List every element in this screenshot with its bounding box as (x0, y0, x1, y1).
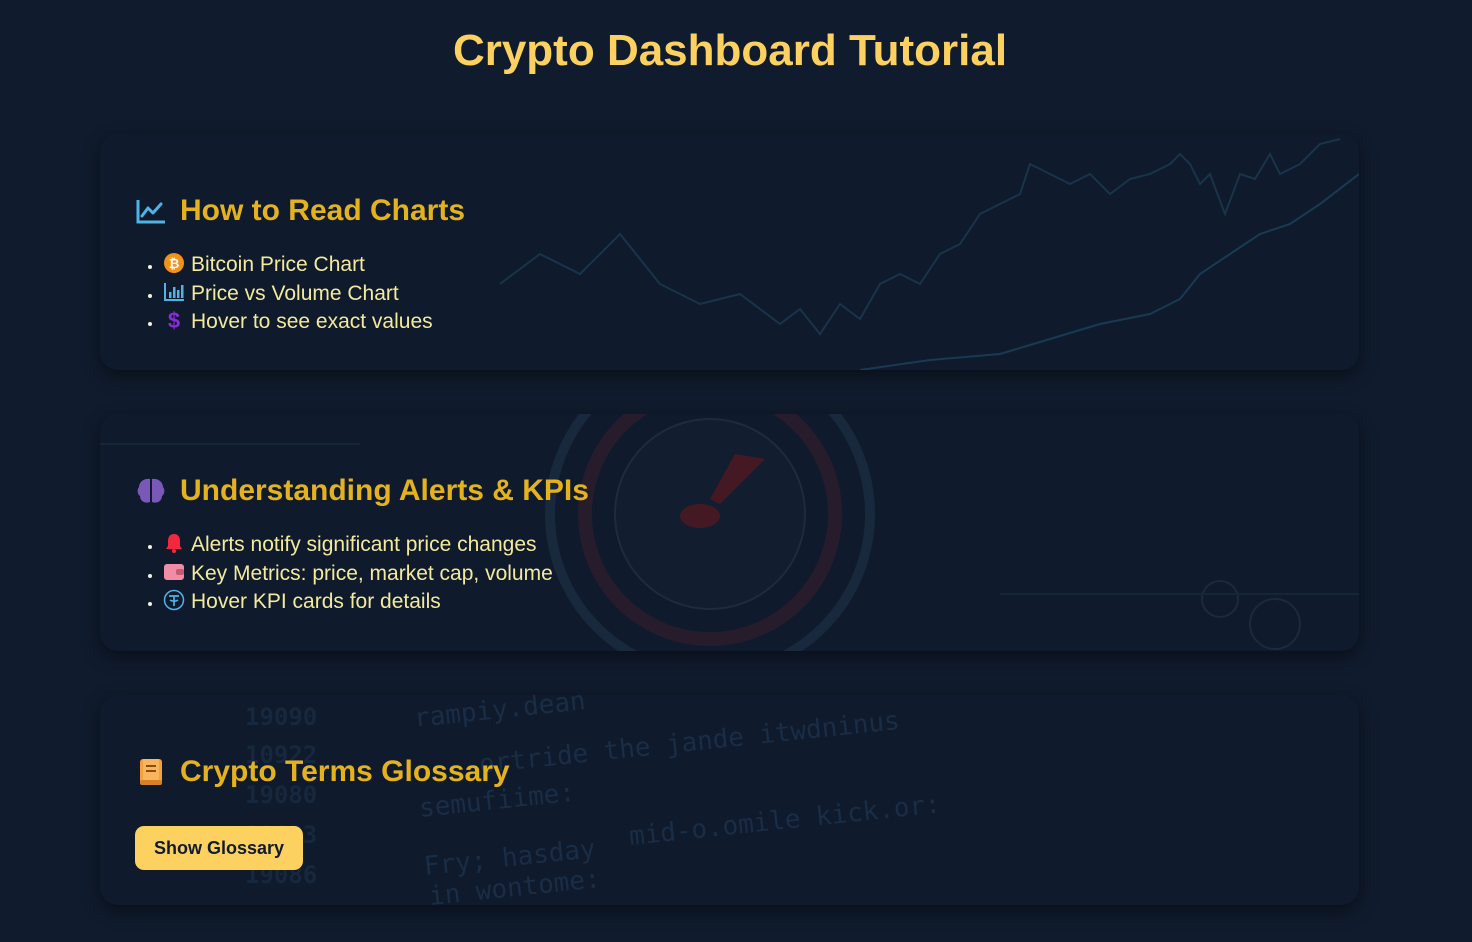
bell-icon (166, 534, 182, 553)
chart-line-icon (136, 200, 165, 224)
card-alerts-kpis: Understanding Alerts & KPIs Alerts notif… (100, 414, 1359, 651)
list-item: ₿ Bitcoin Price Chart (163, 251, 433, 280)
section-heading-text: How to Read Charts (180, 194, 466, 227)
section-heading: Understanding Alerts & KPIs (135, 474, 589, 508)
list-item: Key Metrics: price, market cap, volume (163, 560, 553, 589)
card-how-to-read-charts: How to Read Charts ₿ Bitcoin Price Chart… (100, 134, 1359, 370)
section-heading-text: Understanding Alerts & KPIs (180, 474, 589, 507)
section-heading: How to Read Charts (135, 194, 465, 228)
list-item: Hover KPI cards for details (163, 588, 553, 617)
list-item: Price vs Volume Chart (163, 280, 433, 309)
points-list: ₿ Bitcoin Price Chart Price vs Volume Ch… (135, 251, 433, 337)
page-title: Crypto Dashboard Tutorial (452, 26, 1008, 75)
section-heading: Crypto Terms Glossary (135, 755, 510, 789)
section-heading-text: Crypto Terms Glossary (180, 755, 510, 788)
list-item: Alerts notify significant price changes (163, 531, 553, 560)
svg-text:$: $ (168, 309, 180, 331)
brain-icon (137, 478, 165, 503)
card-glossary: rampiy.dean ortride the jande itwdninus … (100, 695, 1359, 905)
points-list: Alerts notify significant price changes … (135, 531, 553, 617)
list-item-text: Hover KPI cards for details (191, 590, 441, 613)
bar-chart-icon (164, 282, 184, 301)
bitcoin-icon: ₿ (164, 253, 184, 273)
list-item-text: Alerts notify significant price changes (191, 533, 537, 556)
list-item-text: Key Metrics: price, market cap, volume (191, 561, 553, 585)
card-content: Crypto Terms Glossary Show Glossary (135, 695, 1335, 905)
wallet-icon (164, 563, 184, 580)
list-item-text: Price vs Volume Chart (191, 281, 399, 305)
list-item-text: Bitcoin Price Chart (191, 253, 365, 276)
card-content: Understanding Alerts & KPIs Alerts notif… (135, 414, 1335, 651)
dollar-icon: $ (168, 309, 180, 331)
card-content: How to Read Charts ₿ Bitcoin Price Chart… (135, 134, 1335, 370)
list-item-text: Hover to see exact values (191, 310, 433, 333)
tether-icon (163, 589, 185, 611)
book-icon (140, 759, 162, 785)
show-glossary-button[interactable]: Show Glossary (135, 826, 303, 870)
list-item: $ Hover to see exact values (163, 308, 433, 337)
svg-text:₿: ₿ (169, 256, 180, 271)
